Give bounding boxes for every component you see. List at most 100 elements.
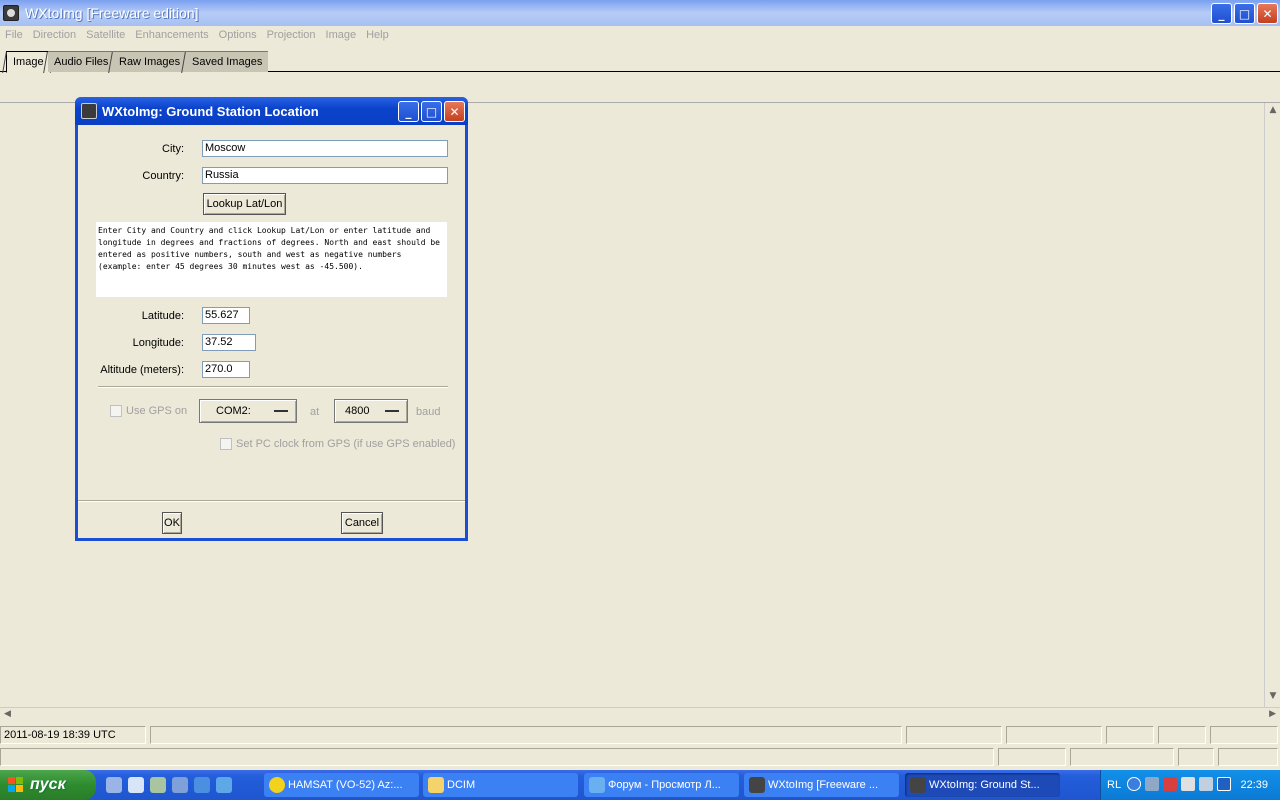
antivirus-icon[interactable] bbox=[1163, 777, 1177, 791]
scroll-left-icon[interactable]: ◀ bbox=[4, 709, 11, 719]
taskbar: пуск HAMSAT (VO-52) Az:... DCIM Форум - … bbox=[0, 770, 1280, 800]
tray-expand-icon[interactable] bbox=[1127, 777, 1141, 791]
gps-port-select[interactable]: COM2: bbox=[199, 399, 297, 423]
taskbar-item-ground-station[interactable]: WXtoImg: Ground St... bbox=[905, 773, 1060, 797]
scroll-right-icon[interactable]: ▶ bbox=[1269, 709, 1276, 719]
status-cell bbox=[1158, 726, 1206, 744]
quick-launch-icon[interactable] bbox=[106, 777, 122, 793]
status-datetime: 2011-08-19 18:39 UTC bbox=[0, 726, 146, 744]
volume-icon[interactable] bbox=[1181, 777, 1195, 791]
taskbar-item-dcim[interactable]: DCIM bbox=[423, 773, 578, 797]
tab-saved-images[interactable]: Saved Images bbox=[186, 51, 269, 72]
tab-audio-files[interactable]: Audio Files bbox=[48, 51, 115, 72]
altitude-input[interactable]: 270.0 bbox=[202, 361, 250, 378]
city-label: City: bbox=[162, 143, 184, 155]
start-button[interactable]: пуск bbox=[0, 770, 96, 800]
tab-strip: Image Audio Files Raw Images Saved Image… bbox=[0, 50, 1280, 73]
windows-logo-icon bbox=[8, 777, 23, 792]
main-title-bar[interactable]: WXtoImg [Freeware edition] _ □ ✕ bbox=[0, 0, 1280, 26]
taskbar-item-hamsat[interactable]: HAMSAT (VO-52) Az:... bbox=[264, 773, 419, 797]
taskbar-item-forum[interactable]: Форум - Просмотр Л... bbox=[584, 773, 739, 797]
quick-launch-icon[interactable] bbox=[216, 777, 232, 793]
dialog-maximize-button[interactable]: □ bbox=[421, 101, 442, 122]
cancel-button[interactable]: Cancel bbox=[341, 512, 383, 534]
network-icon[interactable] bbox=[1145, 777, 1159, 791]
menu-bar: File Direction Satellite Enhancements Op… bbox=[0, 26, 1280, 44]
baud-rate-select[interactable]: 4800 bbox=[334, 399, 408, 423]
button-separator bbox=[78, 500, 465, 502]
wxtoimg-icon bbox=[749, 777, 765, 793]
menu-image[interactable]: Image bbox=[326, 29, 357, 41]
use-gps-label: Use GPS on bbox=[126, 405, 188, 417]
clock[interactable]: 22:39 bbox=[1240, 779, 1268, 791]
menu-options[interactable]: Options bbox=[219, 29, 257, 41]
menu-satellite[interactable]: Satellite bbox=[86, 29, 125, 41]
status-cell bbox=[1210, 726, 1278, 744]
status-cell bbox=[1106, 726, 1154, 744]
latitude-input[interactable]: 55.627 bbox=[202, 307, 250, 324]
use-gps-checkbox[interactable] bbox=[110, 405, 122, 417]
city-input[interactable]: Moscow bbox=[202, 140, 448, 157]
vertical-scrollbar[interactable]: ▲ ▼ bbox=[1264, 103, 1280, 707]
minimize-button[interactable]: _ bbox=[1211, 3, 1232, 24]
ie-icon[interactable] bbox=[194, 777, 210, 793]
status-cell bbox=[150, 726, 902, 744]
start-label: пуск bbox=[30, 776, 66, 793]
status-cell bbox=[1178, 748, 1214, 766]
menu-direction[interactable]: Direction bbox=[33, 29, 76, 41]
country-input[interactable]: Russia bbox=[202, 167, 448, 184]
hamsat-icon bbox=[269, 777, 285, 793]
dialog-controls: _ □ ✕ bbox=[398, 101, 465, 122]
status-cell bbox=[1006, 726, 1102, 744]
wxtoimg-icon bbox=[910, 777, 926, 793]
window-title: WXtoImg [Freeware edition] bbox=[25, 5, 199, 21]
menu-enhancements[interactable]: Enhancements bbox=[135, 29, 208, 41]
latitude-label: Latitude: bbox=[141, 310, 184, 322]
ok-button[interactable]: OK bbox=[162, 512, 182, 534]
ie-icon bbox=[589, 777, 605, 793]
longitude-label: Longitude: bbox=[132, 337, 184, 349]
ground-station-dialog: WXtoImg: Ground Station Location _ □ ✕ C… bbox=[75, 97, 468, 541]
monitor-icon[interactable] bbox=[1199, 777, 1213, 791]
system-tray: RL 22:39 bbox=[1100, 770, 1280, 800]
quick-launch-icon[interactable] bbox=[150, 777, 166, 793]
taskbar-item-wxtoimg[interactable]: WXtoImg [Freeware ... bbox=[744, 773, 899, 797]
quick-launch-icon[interactable] bbox=[128, 777, 144, 793]
gps-port-value: COM2: bbox=[216, 405, 251, 417]
scroll-up-icon[interactable]: ▲ bbox=[1267, 105, 1279, 119]
port-dropdown-icon bbox=[274, 410, 288, 413]
set-clock-label: Set PC clock from GPS (if use GPS enable… bbox=[236, 438, 456, 450]
bluetooth-icon[interactable] bbox=[1217, 777, 1231, 791]
menu-file[interactable]: File bbox=[5, 29, 23, 41]
maximize-button[interactable]: □ bbox=[1234, 3, 1255, 24]
separator bbox=[98, 386, 448, 388]
status-cell bbox=[998, 748, 1066, 766]
status-cell bbox=[0, 748, 994, 766]
dialog-title-bar[interactable]: WXtoImg: Ground Station Location _ □ ✕ bbox=[75, 97, 468, 125]
status-cell bbox=[1218, 748, 1278, 766]
close-button[interactable]: ✕ bbox=[1257, 3, 1278, 24]
longitude-input[interactable]: 37.52 bbox=[202, 334, 256, 351]
dialog-title: WXtoImg: Ground Station Location bbox=[102, 103, 319, 119]
status-bar-top: 2011-08-19 18:39 UTC bbox=[0, 726, 1280, 746]
altitude-label: Altitude (meters): bbox=[100, 364, 184, 376]
dialog-app-icon bbox=[81, 103, 97, 119]
menu-help[interactable]: Help bbox=[366, 29, 389, 41]
horizontal-scrollbar[interactable]: ◀ ▶ bbox=[0, 707, 1280, 723]
instructions-text: Enter City and Country and click Lookup … bbox=[96, 222, 447, 297]
scroll-down-icon[interactable]: ▼ bbox=[1267, 691, 1279, 705]
set-clock-checkbox[interactable] bbox=[220, 438, 232, 450]
menu-projection[interactable]: Projection bbox=[267, 29, 316, 41]
country-label: Country: bbox=[142, 170, 184, 182]
app-icon bbox=[3, 5, 19, 21]
status-cell bbox=[1070, 748, 1174, 766]
lookup-latlon-button[interactable]: Lookup Lat/Lon bbox=[203, 193, 286, 215]
baud-label: baud bbox=[416, 406, 441, 418]
status-bar-bottom bbox=[0, 748, 1280, 768]
dialog-minimize-button[interactable]: _ bbox=[398, 101, 419, 122]
dialog-close-button[interactable]: ✕ bbox=[444, 101, 465, 122]
quick-launch-icon[interactable] bbox=[172, 777, 188, 793]
window-controls: _ □ ✕ bbox=[1211, 3, 1278, 24]
language-indicator[interactable]: RL bbox=[1107, 779, 1121, 791]
tab-raw-images[interactable]: Raw Images bbox=[113, 51, 187, 72]
